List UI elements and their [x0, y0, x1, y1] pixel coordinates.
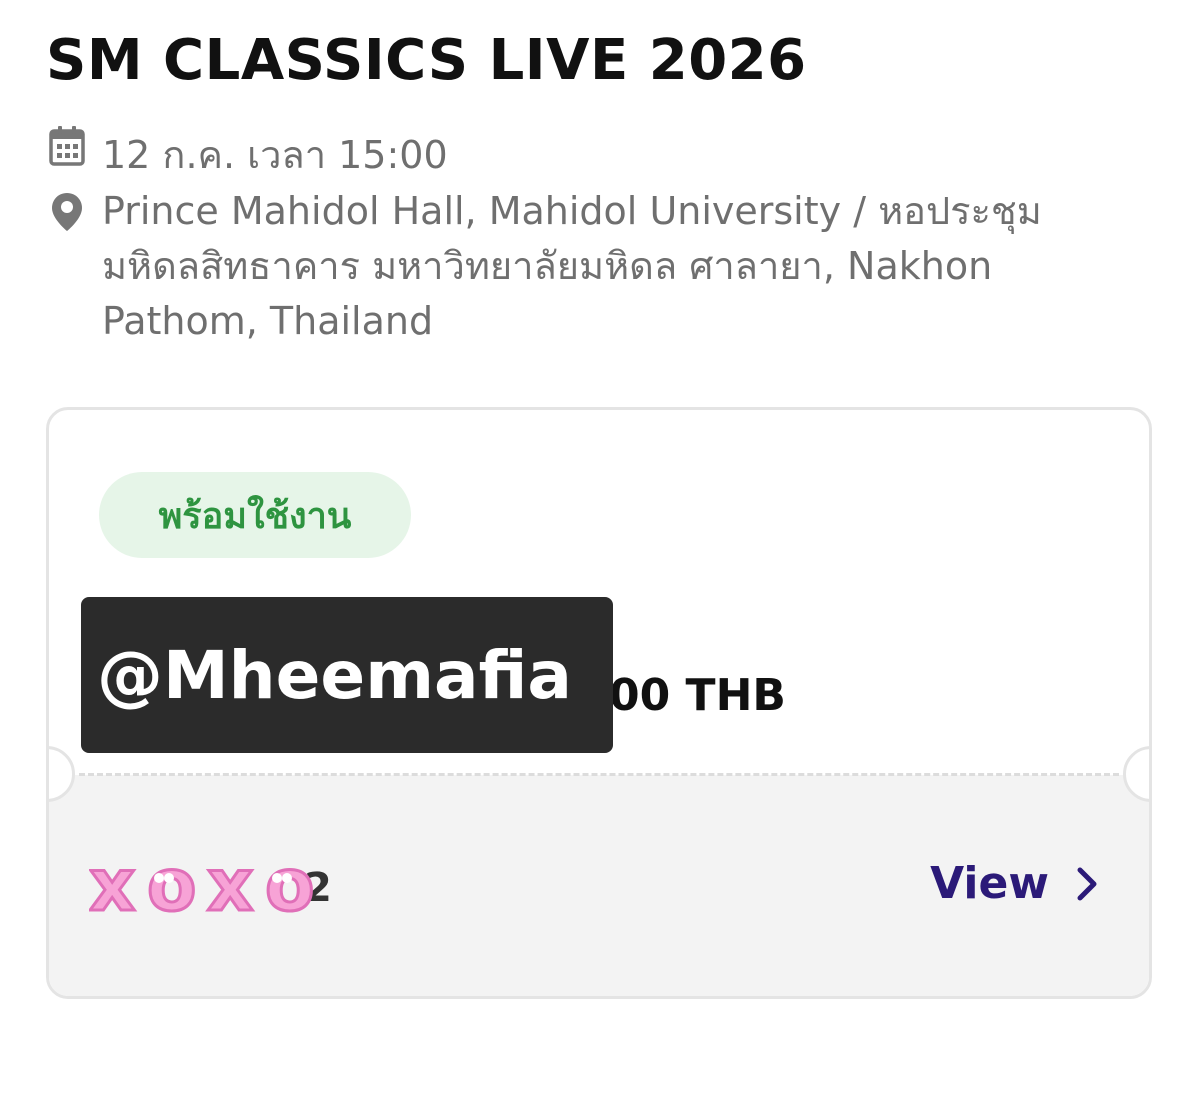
event-title: SM CLASSICS LIVE 2026 [46, 28, 807, 93]
svg-text:x: x [89, 843, 135, 927]
ticket-card[interactable]: พร้อมใช้งาน 00 THB @Mheemafia 2 x o x o … [46, 407, 1152, 999]
calendar-icon [46, 124, 88, 168]
ticket-price: 00 THB [609, 670, 786, 721]
location-pin-icon [46, 190, 88, 234]
event-venue-row: Prince Mahidol Hall, Mahidol University … [46, 189, 1102, 349]
view-button-label: View [930, 858, 1049, 909]
status-badge: พร้อมใช้งาน [99, 472, 411, 558]
event-date-row: 12 ก.ค. เวลา 15:00 [46, 124, 448, 185]
svg-text:x: x [207, 843, 253, 927]
event-venue-text: Prince Mahidol Hall, Mahidol University … [102, 189, 1042, 343]
watermark-overlay: @Mheemafia [81, 597, 613, 753]
event-date-text: 12 ก.ค. เวลา 15:00 [102, 133, 448, 177]
svg-text:o: o [147, 843, 196, 927]
ticket-tear-line [79, 773, 1119, 776]
chevron-right-icon [1075, 864, 1103, 904]
view-button[interactable]: View [930, 858, 1103, 909]
svg-text:o: o [265, 843, 314, 927]
xoxo-sticker: x o x o [89, 842, 316, 929]
